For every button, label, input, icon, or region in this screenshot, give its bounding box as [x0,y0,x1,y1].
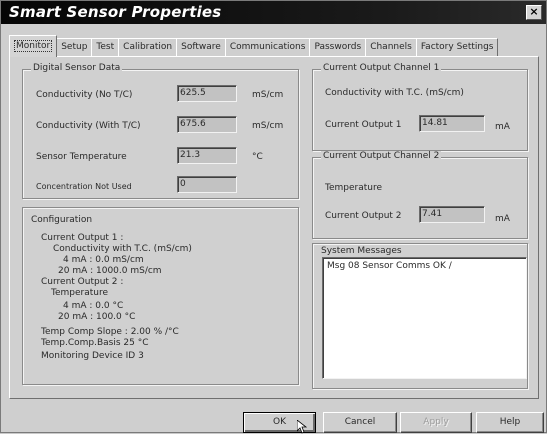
group-title-digital-sensor-data: Digital Sensor Data [31,63,123,73]
close-icon: × [529,5,539,18]
close-button[interactable]: × [526,5,542,20]
mouse-pointer-icon [297,420,307,434]
config-line: Temp Comp Slope : 2.00 % /°C [41,327,179,337]
title-bar[interactable]: Smart Sensor Properties × [1,1,546,24]
properties-window: Smart Sensor Properties × Monitor Setup … [0,0,547,434]
tab-software[interactable]: Software [176,38,226,57]
group-title-channel-2: Current Output Channel 2 [321,151,442,161]
concentration-field: 0 [177,176,237,193]
current-output-2-unit: mA [495,214,510,224]
config-line: 4 mA : 0.0 °C [63,301,124,311]
config-line: Temperature [51,288,109,298]
help-button[interactable]: Help [476,412,544,433]
config-line: Current Output 2 : [41,277,124,287]
config-line: Current Output 1 : [41,233,124,243]
system-messages-box[interactable]: Msg 08 Sensor Comms OK / [322,257,527,379]
channel-2-subtitle: Temperature [325,183,383,193]
current-output-1-unit: mA [495,122,510,132]
digital-sensor-data-group: Digital Sensor Data Conductivity (No T/C… [22,63,299,199]
current-output-channel-2-group: Current Output Channel 2 Temperature Cur… [312,151,528,239]
window-title: Smart Sensor Properties [9,3,222,21]
sensor-temperature-field: 21.3 [177,147,237,164]
configuration-group: Configuration Current Output 1 : Conduct… [22,207,299,385]
tab-channels[interactable]: Channels [365,38,417,57]
config-line: Temp.Comp.Basis 25 °C [41,338,149,348]
conductivity-no-tc-unit: mS/cm [252,90,284,100]
current-output-2-label: Current Output 2 [325,211,402,221]
current-output-1-field: 14.81 [419,115,485,132]
sensor-temperature-unit: °C [252,152,263,162]
conductivity-with-tc-unit: mS/cm [252,121,284,131]
current-output-1-label: Current Output 1 [325,120,402,130]
tab-communications[interactable]: Communications [224,38,311,57]
tab-setup[interactable]: Setup [56,38,93,57]
config-line: Conductivity with T.C. (mS/cm) [53,244,192,254]
tab-factory-settings[interactable]: Factory Settings [415,38,499,57]
config-line: 20 mA : 100.0 °C [58,312,136,322]
conductivity-with-tc-field: 675.6 [177,116,237,133]
conductivity-no-tc-label: Conductivity (No T/C) [36,90,133,100]
tab-passwords[interactable]: Passwords [309,38,367,57]
concentration-label: Concentration Not Used [36,182,132,191]
sensor-temperature-label: Sensor Temperature [36,152,127,162]
system-message-text: Msg 08 Sensor Comms OK / [327,261,452,271]
tab-strip: Monitor Setup Test Calibration Software … [9,35,499,57]
channel-1-subtitle: Conductivity with T.C. (mS/cm) [325,88,464,98]
apply-button[interactable]: Apply [400,412,472,433]
config-line: 20 mA : 1000.0 mS/cm [58,266,162,276]
group-title-channel-1: Current Output Channel 1 [321,63,442,73]
tab-monitor[interactable]: Monitor [9,35,58,57]
system-messages-title: System Messages [321,246,402,256]
cancel-button[interactable]: Cancel [323,412,397,433]
current-output-channel-1-group: Current Output Channel 1 Conductivity wi… [312,63,528,151]
config-line: 4 mA : 0.0 mS/cm [63,255,144,265]
current-output-2-field: 7.41 [419,206,485,223]
configuration-title: Configuration [31,215,93,225]
conductivity-no-tc-field: 625.5 [177,85,237,102]
conductivity-with-tc-label: Conductivity (With T/C) [36,121,141,131]
tab-test[interactable]: Test [91,38,120,57]
config-line: Monitoring Device ID 3 [41,351,144,361]
tab-calibration[interactable]: Calibration [118,38,178,57]
